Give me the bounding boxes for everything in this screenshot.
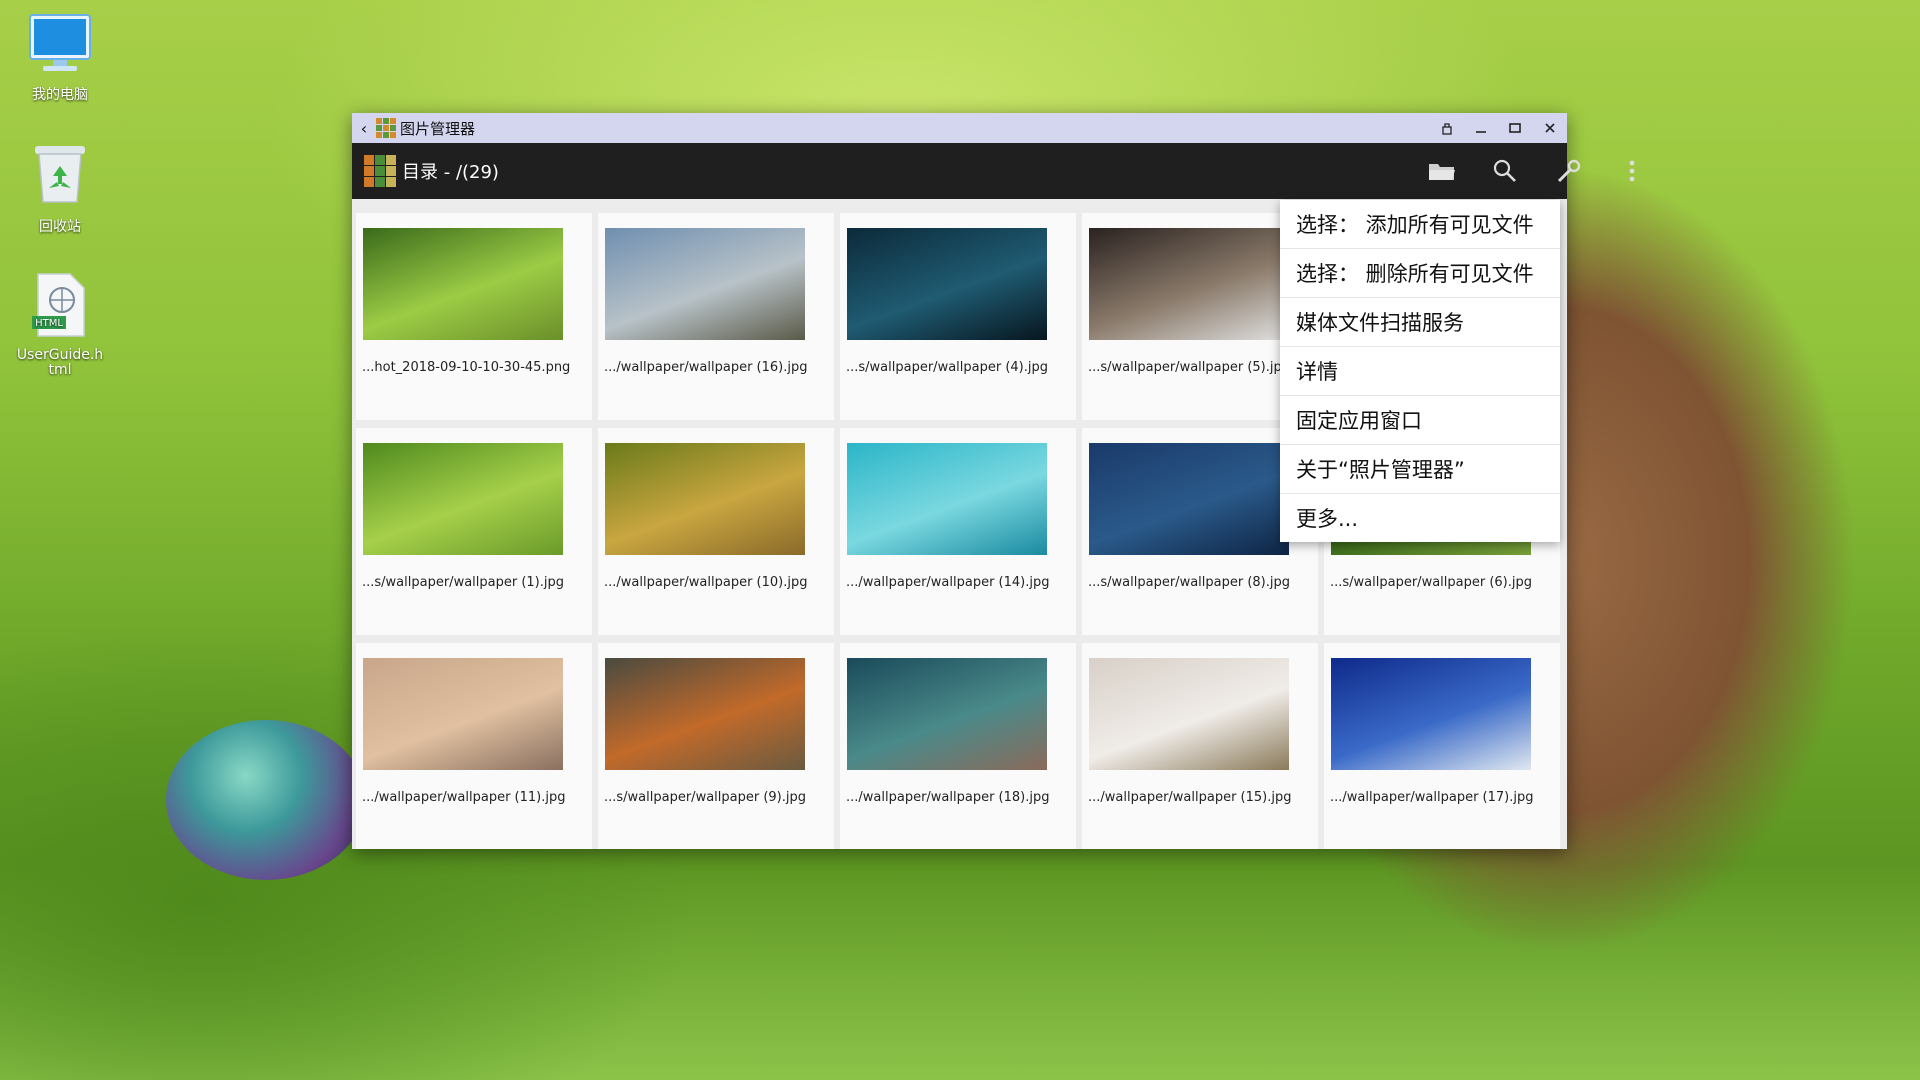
- window-title: 图片管理器: [400, 119, 476, 138]
- image-caption: ...hot_2018-09-10-10-30-45.png: [362, 360, 571, 375]
- image-thumbnail[interactable]: [605, 228, 805, 340]
- image-thumbnail[interactable]: [363, 228, 563, 340]
- image-tile[interactable]: ...s/wallpaper/wallpaper (1).jpg: [356, 428, 592, 635]
- image-caption: ...s/wallpaper/wallpaper (1).jpg: [362, 575, 564, 590]
- image-thumbnail[interactable]: [847, 658, 1047, 770]
- menu-item[interactable]: 更多...: [1280, 494, 1560, 542]
- image-thumbnail[interactable]: [1089, 228, 1289, 340]
- image-tile[interactable]: ...hot_2018-09-10-10-30-45.png: [356, 213, 592, 420]
- window-titlebar[interactable]: ‹ 图片管理器: [352, 113, 1567, 143]
- image-thumbnail[interactable]: [363, 443, 563, 555]
- maximize-icon[interactable]: [1498, 113, 1532, 143]
- menu-item[interactable]: 媒体文件扫描服务: [1280, 298, 1560, 347]
- folder-icon[interactable]: [1416, 143, 1468, 199]
- image-tile[interactable]: .../wallpaper/wallpaper (10).jpg: [598, 428, 834, 635]
- image-caption: .../wallpaper/wallpaper (10).jpg: [604, 575, 808, 590]
- image-tile[interactable]: .../wallpaper/wallpaper (17).jpg: [1324, 643, 1560, 849]
- minimize-icon[interactable]: [1464, 113, 1498, 143]
- desktop-icon-my-computer[interactable]: 我的电脑: [10, 12, 110, 104]
- menu-item[interactable]: 选择： 删除所有可见文件: [1280, 249, 1560, 298]
- image-tile[interactable]: ...s/wallpaper/wallpaper (4).jpg: [840, 213, 1076, 420]
- pin-icon[interactable]: [1430, 113, 1464, 143]
- desktop-icon-label: UserGuide.html: [16, 347, 104, 378]
- image-caption: .../wallpaper/wallpaper (18).jpg: [846, 790, 1050, 805]
- image-thumbnail[interactable]: [1089, 658, 1289, 770]
- image-thumbnail[interactable]: [363, 658, 563, 770]
- image-caption: .../wallpaper/wallpaper (17).jpg: [1330, 790, 1534, 805]
- app-logo-icon: [364, 155, 396, 187]
- desktop-icon-userguide[interactable]: HTML UserGuide.html: [10, 272, 110, 378]
- image-tile[interactable]: .../wallpaper/wallpaper (16).jpg: [598, 213, 834, 420]
- close-icon[interactable]: [1533, 113, 1567, 143]
- desktop-icon-label: 回收站: [39, 219, 81, 235]
- app-icon: [376, 118, 396, 138]
- directory-title: 目录 - /(29): [402, 162, 499, 183]
- image-thumbnail[interactable]: [1089, 443, 1289, 555]
- image-tile[interactable]: .../wallpaper/wallpaper (18).jpg: [840, 643, 1076, 849]
- image-tile[interactable]: ...s/wallpaper/wallpaper (9).jpg: [598, 643, 834, 849]
- back-icon[interactable]: ‹: [352, 119, 376, 138]
- image-thumbnail[interactable]: [605, 443, 805, 555]
- menu-item[interactable]: 关于“照片管理器”: [1280, 445, 1560, 494]
- menu-item[interactable]: 固定应用窗口: [1280, 396, 1560, 445]
- image-tile[interactable]: .../wallpaper/wallpaper (15).jpg: [1082, 643, 1318, 849]
- svg-text:HTML: HTML: [35, 318, 63, 329]
- html-file-icon: HTML: [10, 272, 110, 342]
- image-caption: .../wallpaper/wallpaper (16).jpg: [604, 360, 808, 375]
- wrench-icon[interactable]: [1543, 143, 1595, 199]
- more-vert-icon[interactable]: [1606, 143, 1658, 199]
- image-caption: ...s/wallpaper/wallpaper (6).jpg: [1330, 575, 1532, 590]
- image-tile[interactable]: .../wallpaper/wallpaper (11).jpg: [356, 643, 592, 849]
- image-thumbnail[interactable]: [847, 443, 1047, 555]
- image-thumbnail[interactable]: [605, 658, 805, 770]
- search-icon[interactable]: [1479, 143, 1531, 199]
- image-caption: .../wallpaper/wallpaper (14).jpg: [846, 575, 1050, 590]
- image-caption: .../wallpaper/wallpaper (15).jpg: [1088, 790, 1292, 805]
- recycle-bin-icon: [10, 142, 110, 210]
- desktop-icon-recycle-bin[interactable]: 回收站: [10, 142, 110, 236]
- menu-item[interactable]: 选择： 添加所有可见文件: [1280, 200, 1560, 249]
- image-thumbnail[interactable]: [1331, 658, 1531, 770]
- computer-icon: [10, 12, 110, 78]
- image-caption: ...s/wallpaper/wallpaper (4).jpg: [846, 360, 1048, 375]
- app-toolbar: 目录 - /(29): [352, 143, 1567, 199]
- desktop-icon-label: 我的电脑: [32, 87, 88, 103]
- menu-item[interactable]: 详情: [1280, 347, 1560, 396]
- overflow-menu: 选择： 添加所有可见文件 选择： 删除所有可见文件 媒体文件扫描服务 详情 固定应用窗口…: [1280, 200, 1560, 542]
- image-caption: ...s/wallpaper/wallpaper (8).jpg: [1088, 575, 1290, 590]
- image-thumbnail[interactable]: [847, 228, 1047, 340]
- image-caption: .../wallpaper/wallpaper (11).jpg: [362, 790, 566, 805]
- decorative-egg: [166, 720, 366, 880]
- image-caption: ...s/wallpaper/wallpaper (9).jpg: [604, 790, 806, 805]
- image-tile[interactable]: .../wallpaper/wallpaper (14).jpg: [840, 428, 1076, 635]
